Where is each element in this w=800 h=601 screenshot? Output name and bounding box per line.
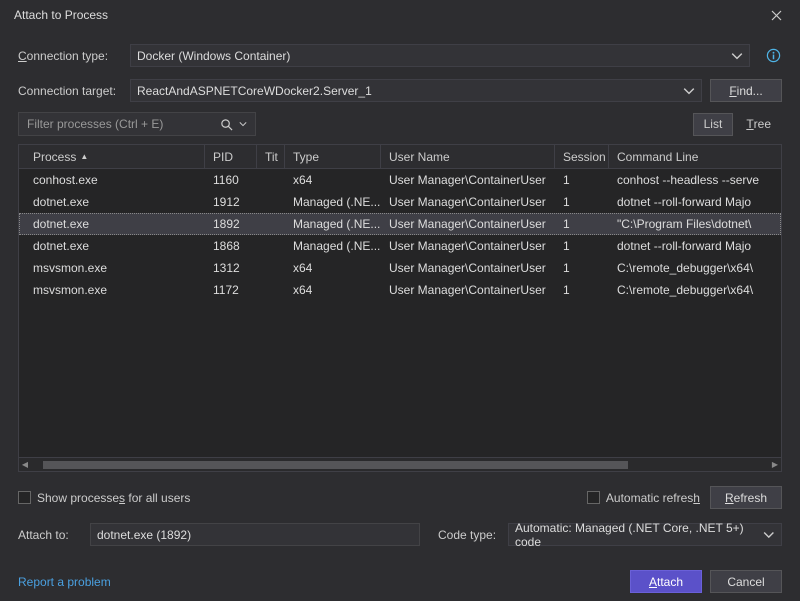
show-all-users-label[interactable]: Show processes for all users <box>18 491 190 505</box>
table-cell: x64 <box>285 261 381 275</box>
chevron-down-icon <box>763 529 775 541</box>
attach-to-field[interactable]: dotnet.exe (1892) <box>90 523 420 546</box>
table-cell: dotnet.exe <box>19 217 205 231</box>
connection-target-value: ReactAndASPNETCoreWDocker2.Server_1 <box>137 84 372 98</box>
connection-target-dropdown[interactable]: ReactAndASPNETCoreWDocker2.Server_1 <box>130 79 702 102</box>
chevron-down-icon <box>683 85 695 97</box>
table-row[interactable]: conhost.exe1160 x64User Manager\Container… <box>19 169 781 191</box>
horizontal-scrollbar[interactable]: ◀ ▶ <box>19 457 781 471</box>
process-table: Process▲ PID Tit Type User Name Session … <box>18 144 782 472</box>
window-title: Attach to Process <box>14 8 108 22</box>
title-bar: Attach to Process <box>0 0 800 30</box>
scrollbar-thumb[interactable] <box>43 461 628 469</box>
tree-view-button[interactable]: Tree <box>735 113 782 136</box>
table-cell: 1 <box>555 217 609 231</box>
code-type-value: Automatic: Managed (.NET Core, .NET 5+) … <box>515 521 763 549</box>
table-cell: 1 <box>555 283 609 297</box>
attach-to-label: Attach to: <box>18 528 82 542</box>
connection-type-dropdown[interactable]: Docker (Windows Container) <box>130 44 750 67</box>
table-row[interactable]: dotnet.exe1912 Managed (.NE...User Manage… <box>19 191 781 213</box>
chevron-down-icon <box>239 120 247 128</box>
info-icon[interactable] <box>764 47 782 65</box>
table-cell: User Manager\ContainerUser <box>381 239 555 253</box>
connection-type-value: Docker (Windows Container) <box>137 49 290 63</box>
connection-target-label: Connection target: <box>18 84 122 98</box>
table-cell: User Manager\ContainerUser <box>381 283 555 297</box>
table-cell: dotnet.exe <box>19 239 205 253</box>
table-row[interactable]: msvsmon.exe1312 x64User Manager\Container… <box>19 257 781 279</box>
table-cell: conhost.exe <box>19 173 205 187</box>
filter-placeholder: Filter processes (Ctrl + E) <box>27 117 163 131</box>
table-header: Process▲ PID Tit Type User Name Session … <box>19 145 781 169</box>
table-cell: 1312 <box>205 261 257 275</box>
table-row[interactable]: dotnet.exe1868 Managed (.NE...User Manage… <box>19 235 781 257</box>
table-cell: 1912 <box>205 195 257 209</box>
table-cell: 1 <box>555 195 609 209</box>
table-cell: 1 <box>555 239 609 253</box>
auto-refresh-label[interactable]: Automatic refresh <box>587 491 700 505</box>
chevron-down-icon <box>731 50 743 62</box>
table-cell: User Manager\ContainerUser <box>381 261 555 275</box>
table-cell: 1892 <box>205 217 257 231</box>
table-cell: dotnet.exe <box>19 195 205 209</box>
table-cell: msvsmon.exe <box>19 261 205 275</box>
code-type-dropdown[interactable]: Automatic: Managed (.NET Core, .NET 5+) … <box>508 523 782 546</box>
report-problem-link[interactable]: Report a problem <box>18 575 111 589</box>
show-all-users-checkbox[interactable] <box>18 491 31 504</box>
table-cell: dotnet --roll-forward Majo <box>609 239 781 253</box>
scroll-left-icon: ◀ <box>19 460 31 469</box>
table-body: conhost.exe1160x64User Manager\Container… <box>19 169 781 457</box>
table-cell: "C:\Program Files\dotnet\ <box>609 217 781 231</box>
table-cell: 1160 <box>205 173 257 187</box>
attach-button[interactable]: Attach <box>630 570 702 593</box>
col-session[interactable]: Session <box>555 145 609 168</box>
table-cell: Managed (.NE... <box>285 239 381 253</box>
search-icon <box>220 118 233 131</box>
table-cell: 1172 <box>205 283 257 297</box>
auto-refresh-checkbox[interactable] <box>587 491 600 504</box>
find-button[interactable]: Find... <box>710 79 782 102</box>
table-cell: 1868 <box>205 239 257 253</box>
table-row[interactable]: dotnet.exe1892 Managed (.NE...User Manage… <box>19 213 781 235</box>
refresh-button[interactable]: Refresh <box>710 486 782 509</box>
list-view-button[interactable]: List <box>693 113 734 136</box>
table-cell: 1 <box>555 173 609 187</box>
close-icon <box>771 10 782 21</box>
table-row[interactable]: msvsmon.exe1172 x64User Manager\Container… <box>19 279 781 301</box>
filter-processes-input[interactable]: Filter processes (Ctrl + E) <box>18 112 256 136</box>
table-cell: dotnet --roll-forward Majo <box>609 195 781 209</box>
table-cell: C:\remote_debugger\x64\ <box>609 261 781 275</box>
close-button[interactable] <box>756 0 796 30</box>
col-cmd[interactable]: Command Line <box>609 145 781 168</box>
table-cell: 1 <box>555 261 609 275</box>
connection-type-label: Connection type: <box>18 49 122 63</box>
code-type-label: Code type: <box>428 528 500 542</box>
sort-ascending-icon: ▲ <box>80 152 88 161</box>
table-cell: x64 <box>285 283 381 297</box>
table-cell: x64 <box>285 173 381 187</box>
col-pid[interactable]: PID <box>205 145 257 168</box>
table-cell: C:\remote_debugger\x64\ <box>609 283 781 297</box>
cancel-button[interactable]: Cancel <box>710 570 782 593</box>
table-cell: User Manager\ContainerUser <box>381 217 555 231</box>
table-cell: conhost --headless --serve <box>609 173 781 187</box>
table-cell: Managed (.NE... <box>285 195 381 209</box>
table-cell: Managed (.NE... <box>285 217 381 231</box>
table-cell: User Manager\ContainerUser <box>381 195 555 209</box>
col-user[interactable]: User Name <box>381 145 555 168</box>
scroll-right-icon: ▶ <box>769 460 781 469</box>
table-cell: msvsmon.exe <box>19 283 205 297</box>
col-type[interactable]: Type <box>285 145 381 168</box>
col-process[interactable]: Process▲ <box>19 145 205 168</box>
col-title[interactable]: Tit <box>257 145 285 168</box>
table-cell: User Manager\ContainerUser <box>381 173 555 187</box>
